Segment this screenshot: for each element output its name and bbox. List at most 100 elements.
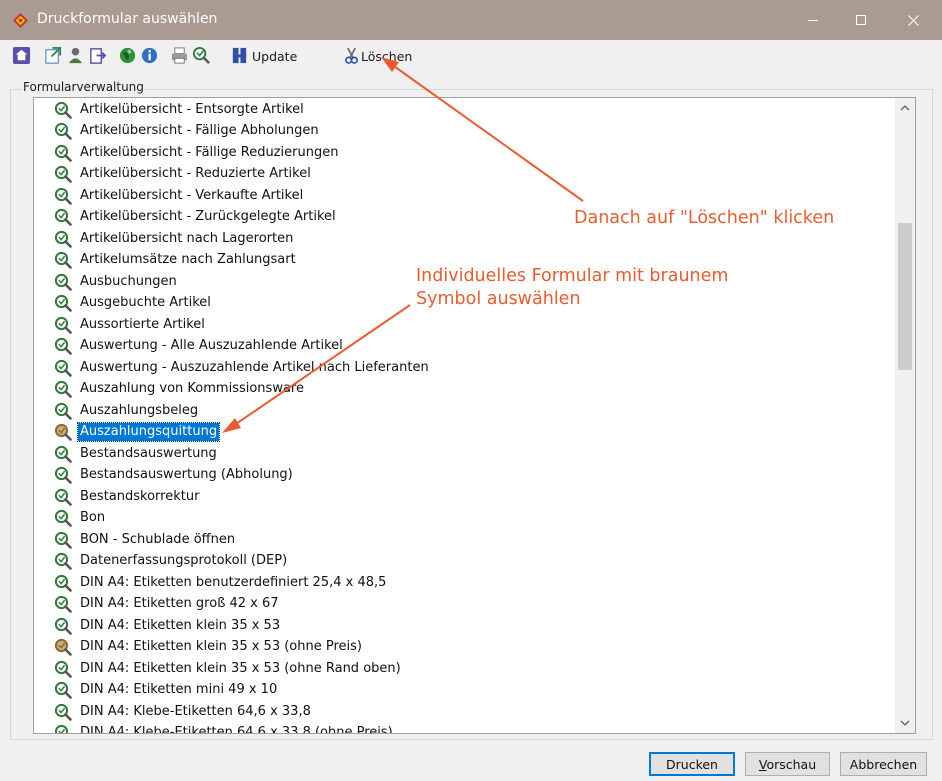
list-item[interactable]: Ausgebuchte Artikel [54,293,213,314]
form-icon [54,574,72,592]
custom-form-icon [54,638,72,656]
list-item-label: Artikelübersicht - Zurückgelegte Artikel [80,209,336,224]
list-item[interactable]: Aussortierte Artikel [54,314,207,335]
form-icon [54,251,72,269]
scroll-down-button[interactable] [895,713,915,733]
list-item[interactable]: Artikelübersicht - Zurückgelegte Artikel [54,207,338,228]
export-icon[interactable] [88,46,107,65]
list-item[interactable]: DIN A4: Etiketten groß 42 x 67 [54,594,281,615]
list-item-label: Auszahlung von Kommissionsware [80,381,304,396]
list-item-label: Artikelübersicht - Entsorgte Artikel [80,101,304,117]
form-icon [54,595,72,613]
annotation-delete-hint: Danach auf "Löschen" klicken [574,208,835,228]
list-item[interactable]: DIN A4: Etiketten benutzerdefiniert 25,4… [54,572,388,593]
list-item-label: Bestandsauswertung [80,445,217,461]
form-icon [54,488,72,506]
list-item-label: Bestandsauswertung (Abholung) [80,467,293,482]
form-icon [54,144,72,162]
form-icon [54,724,69,733]
list-item[interactable]: DIN A4: Etiketten klein 35 x 53 (ohne Ra… [54,658,403,679]
update-button[interactable]: Update [252,49,297,64]
list-item[interactable]: Datenerfassungsprotokoll (DEP) [54,551,289,572]
printer-icon[interactable] [170,46,189,65]
list-item-label: Aussortierte Artikel [80,316,205,332]
list-item-label: DIN A4: Etiketten klein 35 x 53 (ohne Pr… [80,639,362,654]
preview-label: Vorschau [758,756,817,772]
minimize-icon [808,19,818,21]
form-icon [54,466,72,484]
chevron-down-icon [900,720,910,726]
globe-icon[interactable] [118,46,137,65]
form-search-icon[interactable] [192,46,211,65]
scissors-icon[interactable] [344,46,359,65]
list-item[interactable]: Auszahlungsbeleg [54,400,200,421]
form-icon [54,294,72,312]
delete-button[interactable]: Löschen [361,49,412,64]
list-item[interactable]: Bon [54,508,107,529]
list-item[interactable]: Auswertung - Alle Auszuzahlende Artikel [54,336,345,357]
list-scrollbar[interactable] [895,98,915,733]
import-icon[interactable] [44,46,63,65]
preview-button[interactable]: Vorschau [745,752,830,776]
form-icon [54,122,72,140]
list-item-label: Auszahlungsquittung [76,422,221,442]
list-item[interactable]: Artikelübersicht nach Lagerorten [54,228,295,249]
list-item[interactable]: Auszahlung von Kommissionsware [54,379,306,400]
list-item-label: Artikelübersicht - Fällige Reduzierungen [80,144,339,160]
list-item[interactable]: Artikelübersicht - Verkaufte Artikel [54,185,305,206]
window-title: Druckformular auswählen [37,11,218,27]
home-icon[interactable] [12,46,31,65]
close-button[interactable] [890,0,936,40]
form-icon [54,617,72,635]
list-item[interactable]: Artikelübersicht - Fällige Reduzierungen [54,142,340,163]
scroll-thumb[interactable] [898,223,912,370]
list-item-label: DIN A4: Etiketten benutzerdefiniert 25,4… [80,574,387,590]
form-icon [54,509,72,527]
list-item-label: DIN A4: Etiketten groß 42 x 67 [80,596,279,611]
list-item-label: Datenerfassungsprotokoll (DEP) [80,553,288,568]
list-item[interactable]: Auswertung - Auszuzahlende Artikel nach … [54,357,431,378]
form-list[interactable]: Artikelübersicht - Entsorgte Artikel Arti… [33,97,916,734]
list-item[interactable]: Artikelumsätze nach Zahlungsart [54,250,298,271]
list-item[interactable]: Ausbuchungen [54,271,179,292]
list-item[interactable]: Bestandskorrektur [54,486,201,507]
cancel-button[interactable]: Abbrechen [840,752,927,776]
list-item[interactable]: Bestandsauswertung [54,443,219,464]
form-icon [54,380,72,398]
print-button[interactable]: Drucken [649,752,735,776]
form-icon [54,445,72,463]
toolbar: Update Löschen [0,40,942,72]
title-bar[interactable]: Druckformular auswählen [0,0,942,40]
list-item[interactable]: DIN A4: Klebe-Etiketten 64,6 x 33,8 (ohn… [54,723,395,733]
form-icon [54,359,72,377]
list-item[interactable]: Bestandsauswertung (Abholung) [54,465,295,486]
list-item[interactable]: Artikelübersicht - Fällige Abholungen [54,121,321,142]
group-title: Formularverwaltung [22,80,145,94]
info-icon[interactable] [140,46,159,65]
list-item-label: Artikelübersicht - Reduzierte Artikel [80,166,311,181]
scroll-up-button[interactable] [895,98,915,118]
maximize-button[interactable] [838,0,884,40]
list-item[interactable]: DIN A4: Klebe-Etiketten 64,6 x 33,8 [54,701,313,722]
list-item-label: Artikelübersicht - Verkaufte Artikel [80,187,304,203]
form-icon [54,681,72,699]
list-item[interactable]: Auszahlungsquittung [54,422,221,443]
list-item-label: BON - Schublade öffnen [80,531,236,547]
list-item[interactable]: Artikelübersicht - Entsorgte Artikel [54,99,306,120]
list-item[interactable]: DIN A4: Etiketten klein 35 x 53 (ohne Pr… [54,637,364,658]
list-item[interactable]: DIN A4: Etiketten klein 35 x 53 [54,615,282,636]
form-icon [54,703,72,721]
minimize-button[interactable] [790,0,836,40]
list-item-label: Ausbuchungen [80,273,177,289]
list-item[interactable]: Artikelübersicht - Reduzierte Artikel [54,164,313,185]
list-item[interactable]: BON - Schublade öffnen [54,529,237,550]
list-item-label: Artikelübersicht - Fällige Abholungen [80,123,319,138]
annotation-select-hint-line1: Individuelles Formular mit braunem [416,266,729,286]
list-item[interactable]: DIN A4: Etiketten mini 49 x 10 [54,680,279,701]
list-item-label: Artikelübersicht nach Lagerorten [80,230,294,246]
list-item-label: Artikelumsätze nach Zahlungsart [80,252,296,267]
user-icon[interactable] [66,46,85,65]
list-item-label: Auswertung - Auszuzahlende Artikel nach … [80,359,429,375]
update-icon[interactable] [230,46,249,65]
list-item-label: DIN A4: Etiketten klein 35 x 53 (ohne Ra… [80,660,401,676]
